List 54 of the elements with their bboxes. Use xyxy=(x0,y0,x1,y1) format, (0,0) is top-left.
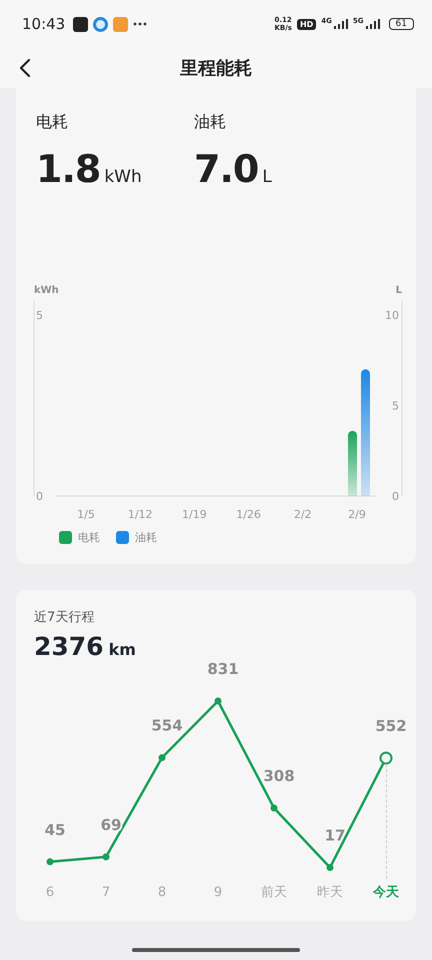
app-icon xyxy=(93,16,108,32)
data-point xyxy=(158,754,166,762)
battery-indicator: 61 xyxy=(388,18,414,30)
data-point xyxy=(214,698,222,704)
page-title: 里程能耗 xyxy=(180,57,252,80)
tick-label: 5 xyxy=(36,309,43,322)
category-label: 1/19 xyxy=(182,508,207,521)
category-label: 6 xyxy=(46,885,54,900)
stat-label: 电耗 xyxy=(36,112,69,133)
status-time: 10:43 xyxy=(22,15,66,33)
category-label: 2/9 xyxy=(348,508,366,521)
category-label: 昨天 xyxy=(317,885,343,900)
tick-label: 5 xyxy=(392,400,399,412)
data-point xyxy=(102,853,110,860)
data-label: 308 xyxy=(263,767,295,785)
data-point xyxy=(46,858,54,866)
data-label: 69 xyxy=(100,816,122,834)
signal-icon xyxy=(334,19,348,29)
category-label: 9 xyxy=(214,885,222,900)
category-label: 7 xyxy=(102,885,110,900)
category-label: 1/12 xyxy=(128,508,153,521)
data-label: 45 xyxy=(44,820,66,839)
tick-label: 0 xyxy=(36,490,43,503)
stat-value: 7.0 L xyxy=(194,147,273,191)
category-label: 1/26 xyxy=(236,508,261,521)
tick-label: 0 xyxy=(392,490,399,503)
data-label: 17 xyxy=(324,826,346,845)
stat-label: 油耗 xyxy=(194,112,227,133)
signal-icon xyxy=(366,19,380,29)
hd-badge: HD xyxy=(296,18,316,30)
trip-total: 2376 km xyxy=(33,632,137,661)
stat-value: 1.8 kWh xyxy=(36,147,143,191)
data-point xyxy=(380,752,392,765)
axis-unit: kWh xyxy=(34,285,59,296)
category-label: 8 xyxy=(158,885,166,900)
data-point xyxy=(270,804,278,812)
app-icon xyxy=(73,16,88,32)
category-label: 前天 xyxy=(261,885,287,900)
data-label: 552 xyxy=(375,717,407,736)
category-label: 1/5 xyxy=(77,508,95,521)
category-label: 今天 xyxy=(373,885,399,900)
trip-title: 近7天行程 xyxy=(33,609,96,626)
bar xyxy=(348,430,357,496)
category-label: 2/2 xyxy=(294,508,312,521)
legend-label: 电耗 xyxy=(78,530,100,545)
legend-label: 油耗 xyxy=(135,530,157,545)
more-icon xyxy=(133,22,148,26)
tick-label: 10 xyxy=(385,309,399,322)
back-icon[interactable] xyxy=(19,58,31,78)
app-icon xyxy=(113,16,128,32)
data-point xyxy=(326,864,334,872)
data-label: 554 xyxy=(151,716,183,735)
data-label: 831 xyxy=(207,660,239,678)
axis-unit: L xyxy=(396,285,402,296)
